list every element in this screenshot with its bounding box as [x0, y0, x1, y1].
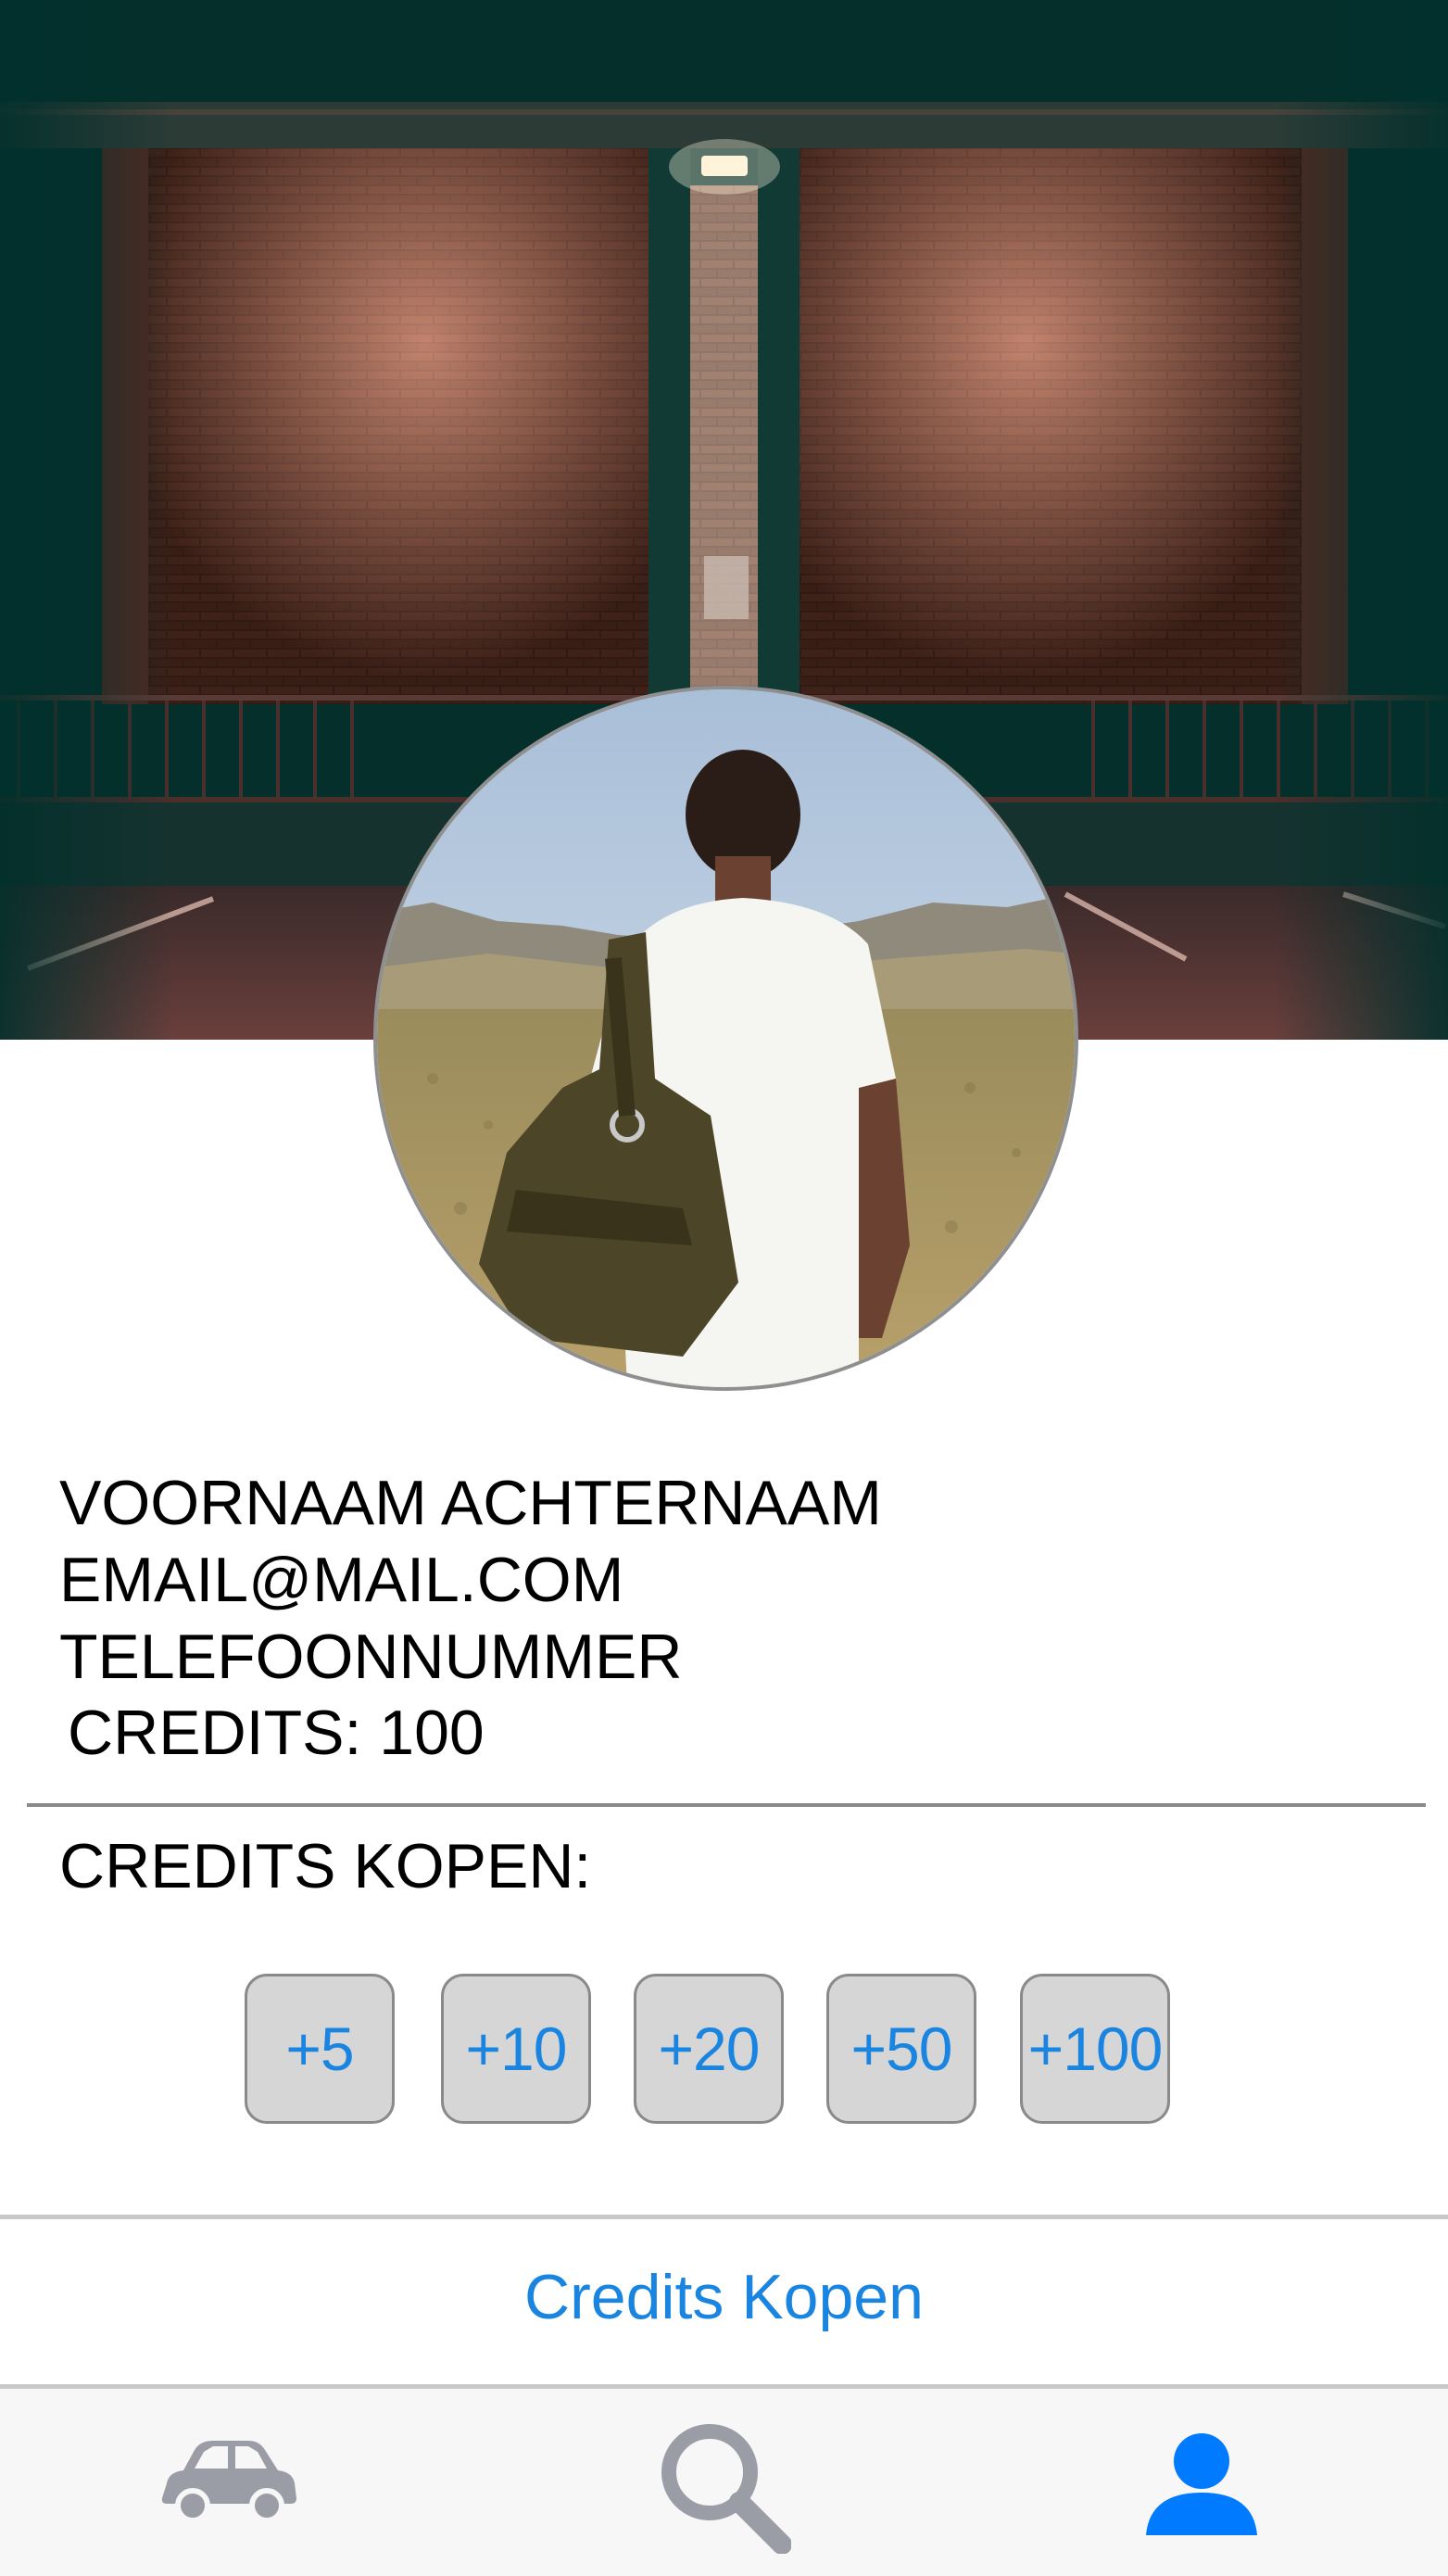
profile-phone: TELEFOONNUMMER: [59, 1622, 683, 1692]
profile-email: EMAIL@MAIL.COM: [59, 1545, 624, 1615]
credits-balance: CREDITS: 100: [68, 1698, 485, 1768]
add-20-credits-button[interactable]: +20: [634, 1974, 784, 2124]
person-icon: [1146, 2433, 1257, 2535]
avatar[interactable]: [377, 689, 1075, 1387]
tab-rides[interactable]: [91, 2389, 369, 2576]
search-icon: [661, 2424, 791, 2554]
tab-search[interactable]: [584, 2389, 862, 2576]
add-100-credits-button[interactable]: +100: [1020, 1974, 1170, 2124]
car-icon: [161, 2441, 296, 2522]
buy-credits-heading: CREDITS KOPEN:: [59, 1831, 592, 1901]
divider: [27, 1803, 1426, 1807]
add-5-credits-button[interactable]: +5: [245, 1974, 395, 2124]
tab-bar: [0, 2389, 1448, 2576]
buy-credits-button[interactable]: Credits Kopen: [0, 2261, 1448, 2333]
profile-name: VOORNAAM ACHTERNAAM: [59, 1468, 882, 1538]
add-10-credits-button[interactable]: +10: [441, 1974, 591, 2124]
divider: [0, 2215, 1448, 2219]
add-50-credits-button[interactable]: +50: [826, 1974, 976, 2124]
tab-profile[interactable]: [1061, 2389, 1339, 2576]
